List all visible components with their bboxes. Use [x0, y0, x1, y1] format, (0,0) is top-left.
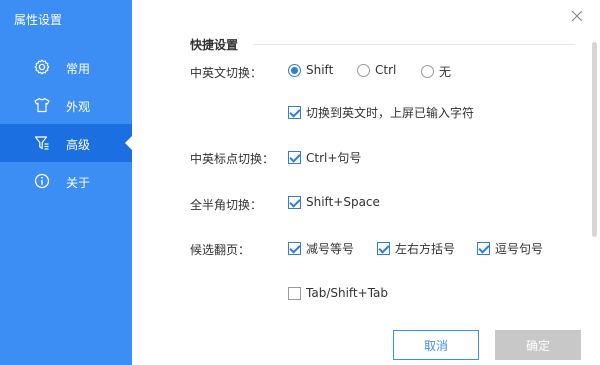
scrollbar-thumb[interactable] — [592, 42, 597, 237]
checkbox-indicator — [288, 106, 301, 119]
filter-icon — [34, 135, 50, 151]
page-turn-minus-equal-checkbox[interactable]: 减号等号 — [288, 240, 354, 257]
radio-label: Shift — [306, 63, 334, 77]
window-title: 属性设置 — [14, 13, 63, 27]
checkbox-indicator — [477, 242, 490, 255]
sidebar-item-label: 高级 — [66, 138, 91, 152]
checkbox-indicator — [288, 286, 301, 300]
radio-label: 无 — [439, 65, 452, 79]
sidebar-item-about[interactable]: 关于 — [0, 162, 132, 200]
checkbox-indicator — [288, 195, 301, 209]
commit-on-switch-checkbox[interactable]: 切换到英文时，上屏已输入字符 — [288, 104, 474, 121]
page-turn-tab-checkbox[interactable]: Tab/Shift+Tab — [288, 286, 388, 300]
checkbox-label: 逗号句号 — [495, 242, 544, 256]
section-divider — [253, 44, 575, 45]
sidebar-item-general[interactable]: 常用 — [0, 48, 132, 86]
radio-indicator — [421, 65, 434, 78]
checkbox-indicator — [288, 242, 301, 255]
sidebar-nav: 常用 外观 高级 关于 — [0, 48, 132, 200]
sidebar-item-label: 外观 — [66, 100, 91, 114]
lang-switch-ctrl-radio[interactable]: Ctrl — [357, 63, 396, 77]
width-switch-checkbox[interactable]: Shift+Space — [288, 195, 380, 209]
shirt-icon — [34, 97, 50, 113]
ok-button[interactable]: 确定 — [495, 330, 581, 360]
gear-icon — [34, 59, 50, 75]
settings-window: 属性设置 常用 外观 高级 关于 快捷设置 中英文切换： Shift Ctrl … — [0, 0, 600, 365]
punct-switch-checkbox[interactable]: Ctrl+句号 — [288, 149, 361, 166]
width-switch-label: 全半角切换： — [190, 198, 263, 212]
info-icon — [34, 173, 50, 189]
cancel-button[interactable]: 取消 — [393, 330, 479, 360]
checkbox-indicator — [288, 151, 301, 164]
radio-indicator — [288, 63, 301, 77]
checkbox-label: Tab/Shift+Tab — [306, 286, 389, 300]
section-title: 快捷设置 — [190, 38, 239, 52]
punct-switch-label: 中英标点切换： — [190, 152, 275, 166]
checkbox-label: Shift+Space — [306, 195, 380, 209]
lang-switch-none-radio[interactable]: 无 — [421, 63, 451, 80]
close-icon — [571, 10, 583, 22]
page-turn-label: 候选翻页： — [190, 243, 251, 257]
radio-label: Ctrl — [375, 63, 397, 77]
sidebar-item-label: 常用 — [66, 62, 91, 76]
sidebar: 属性设置 常用 外观 高级 关于 — [0, 0, 132, 365]
checkbox-label: 减号等号 — [306, 242, 355, 256]
checkbox-label: Ctrl+句号 — [306, 151, 362, 165]
lang-switch-label: 中英文切换： — [190, 66, 263, 80]
checkbox-label: 切换到英文时，上屏已输入字符 — [306, 106, 475, 120]
close-button[interactable] — [569, 8, 585, 24]
page-turn-comma-period-checkbox[interactable]: 逗号句号 — [477, 240, 543, 257]
sidebar-item-appearance[interactable]: 外观 — [0, 86, 132, 124]
sidebar-item-label: 关于 — [66, 176, 91, 190]
active-pointer — [125, 136, 132, 150]
page-turn-brackets-checkbox[interactable]: 左右方括号 — [377, 240, 455, 257]
radio-indicator — [357, 63, 370, 77]
checkbox-label: 左右方括号 — [395, 242, 456, 256]
lang-switch-shift-radio[interactable]: Shift — [288, 63, 333, 77]
sidebar-item-advanced[interactable]: 高级 — [0, 124, 132, 162]
checkbox-indicator — [377, 242, 390, 255]
